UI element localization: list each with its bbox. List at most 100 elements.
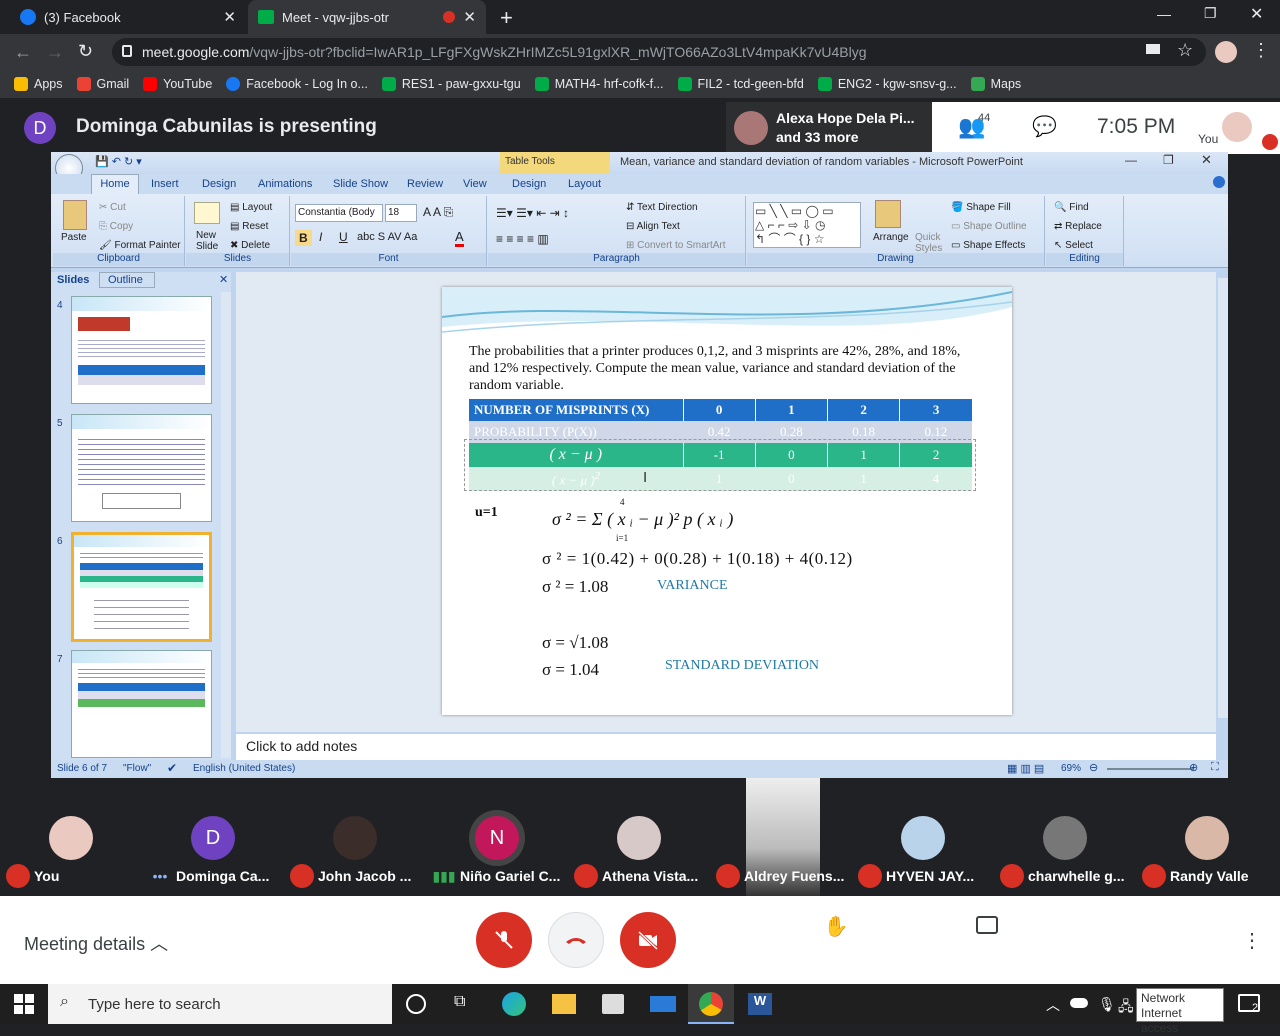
bookmark-apps[interactable]: Apps [14,77,63,91]
ribbon-tab-home[interactable]: Home [91,174,139,194]
participant-tile[interactable]: Athena Vista... [568,816,710,888]
ribbon-tab-insert[interactable]: Insert [151,178,179,190]
ribbon-tab-review[interactable]: Review [407,178,443,190]
slide-thumbnail-7[interactable] [71,650,212,758]
shape-outline-button[interactable]: ▭ Shape Outline [951,221,1027,232]
ribbon-tab-view[interactable]: View [463,178,487,190]
smartart-button[interactable]: ⊞ Convert to SmartArt [626,240,726,251]
file-explorer-icon[interactable] [552,994,576,1014]
layout-button[interactable]: ▤ Layout [230,202,272,213]
participant-tile[interactable]: Randy Valle [1136,816,1278,888]
bookmark-math4[interactable]: MATH4- hrf-cofk-f... [534,77,664,91]
reset-button[interactable]: ▤ Reset [230,221,268,232]
slide-thumbnail-4[interactable] [71,296,212,404]
camera-toggle-button[interactable] [620,912,676,968]
chrome-taskbar-item[interactable] [688,984,734,1024]
forward-icon[interactable]: → [46,42,64,63]
paste-button[interactable]: Paste [61,232,87,243]
meeting-details-button[interactable]: Meeting details ︿ [24,930,168,956]
minimize-icon[interactable]: — [1157,6,1171,22]
onedrive-icon[interactable] [1070,998,1088,1008]
edge-icon[interactable] [502,992,526,1016]
zoom-slider[interactable] [1107,768,1193,770]
cut-button[interactable]: ✂ Cut [99,202,126,213]
participant-tile[interactable]: You [0,816,142,888]
chat-icon[interactable]: 💬 [1032,114,1057,139]
ribbon-tab-table-design[interactable]: Design [512,178,546,190]
featured-participant[interactable]: Alexa Hope Dela Pi... and 33 more [726,102,932,154]
bookmark-eng2[interactable]: ENG2 - kgw-snsv-g... [817,77,957,91]
list-buttons-icon[interactable]: ☰▾ ☰▾ ⇤ ⇥ ↕ [496,206,569,220]
select-button[interactable]: ↖ Select [1054,240,1093,251]
pane-tab-outline[interactable]: Outline [99,272,155,288]
quick-access-toolbar[interactable]: 💾 ↶ ↻ ▾ [95,155,142,168]
back-icon[interactable]: ← [14,42,32,63]
close-tab-icon[interactable]: ✕ [463,8,476,26]
spellcheck-icon[interactable]: ✔ [167,761,177,775]
replace-button[interactable]: ⇄ Replace [1054,221,1102,232]
presenting-indicator[interactable]: ⬆ Dominga Cabunilas is presenting [1076,908,1214,971]
close-window-icon[interactable]: ✕ [1250,4,1263,24]
bold-button[interactable]: B [295,230,312,246]
address-bar[interactable]: meet.google.com/vqw-jjbs-otr?fbclid=IwAR… [112,38,1206,66]
microphone-icon[interactable]: 🎙 [1098,996,1116,1013]
ribbon-tab-table-layout[interactable]: Layout [568,178,601,190]
font-color-button[interactable]: A [455,229,464,247]
taskbar-search-box[interactable]: ⌕ Type here to search [48,984,392,1024]
help-icon[interactable] [1213,176,1225,188]
pane-tab-slides[interactable]: Slides [57,274,89,286]
underline-button[interactable]: U [339,230,348,244]
zoom-in-icon[interactable]: ⊕ [1189,761,1198,774]
profile-avatar[interactable] [1215,41,1237,63]
italic-button[interactable]: I [319,230,322,244]
menu-icon[interactable]: ⋮ [1252,40,1270,61]
format-painter-button[interactable]: 🖌 Format Painter [99,240,181,251]
participant-tile[interactable]: D ••• Dominga Ca... [142,816,284,884]
cortana-icon[interactable] [406,994,426,1014]
tab-meet[interactable]: Meet - vqw-jjbs-otr ✕ [248,0,486,34]
ppt-restore-icon[interactable]: ❐ [1163,153,1174,167]
editor-scrollbar[interactable] [1218,278,1228,718]
participant-tile[interactable]: John Jacob ... [284,816,426,888]
bookmark-fil2[interactable]: FIL2 - tcd-geen-bfd [677,77,804,91]
find-button[interactable]: 🔍 Find [1054,202,1089,213]
slide-thumbnail-5[interactable] [71,414,212,522]
ribbon-tab-slideshow[interactable]: Slide Show [333,178,388,190]
store-icon[interactable] [602,994,624,1014]
tray-chevron-icon[interactable]: ︿ [1046,995,1060,1015]
align-text-button[interactable]: ⊟ Align Text [626,221,680,232]
font-size-select[interactable]: 18 [385,204,417,222]
arrange-button[interactable]: Arrange [873,232,909,243]
camera-blocked-icon[interactable] [1146,44,1160,54]
slide-canvas[interactable]: The probabilities that a printer produce… [442,287,1012,715]
quick-styles-button[interactable]: Quick Styles [915,232,945,254]
notes-field[interactable]: Click to add notes [236,734,1216,760]
bookmark-gmail[interactable]: Gmail [76,77,129,91]
network-icon[interactable]: 🖧 [1118,996,1134,1020]
participant-tile[interactable]: HYVEN JAY... [852,816,994,888]
delete-button[interactable]: ✖ Delete [230,240,270,251]
zoom-out-icon[interactable]: ⊖ [1089,761,1098,774]
word-icon[interactable]: W [748,993,772,1015]
mail-icon[interactable] [650,996,676,1012]
captions-button[interactable]: cc Turn on captions [930,914,1044,957]
ribbon-tab-design[interactable]: Design [202,178,236,190]
new-slide-button[interactable]: New Slide [196,230,226,252]
bookmark-star-icon[interactable]: ☆ [1177,40,1193,61]
bookmark-facebook[interactable]: Facebook - Log In o... [226,77,368,91]
participant-tile[interactable]: charwhelle g... [994,816,1136,888]
mic-toggle-button[interactable] [476,912,532,968]
shapes-gallery[interactable]: ▭ ╲ ╲ ▭ ◯ ▭ △ ⌐ ⌐ ⇨ ⇩ ◷ ↰ ⌒ ⌒ { } ☆ [753,202,861,248]
reload-icon[interactable]: ↻ [78,41,93,62]
participant-tile[interactable]: N ▮▮▮ Niño Gariel C... [426,816,568,884]
fit-window-icon[interactable]: ⛶ [1211,761,1219,774]
leave-call-button[interactable] [548,912,604,968]
view-buttons[interactable]: ▦ ▥ ▤ [1007,762,1044,775]
font-effects-icons[interactable]: abc S AV Aa [357,231,417,243]
grow-font-icon[interactable]: A A ⎘ [423,205,453,220]
ppt-close-icon[interactable]: ✕ [1201,152,1212,168]
bookmark-maps[interactable]: Maps [970,77,1021,91]
align-buttons-icon[interactable]: ≡ ≡ ≡ ≡ ▥ [496,232,549,246]
font-name-select[interactable]: Constantia (Body [295,204,383,222]
ribbon-tab-animations[interactable]: Animations [258,178,312,190]
